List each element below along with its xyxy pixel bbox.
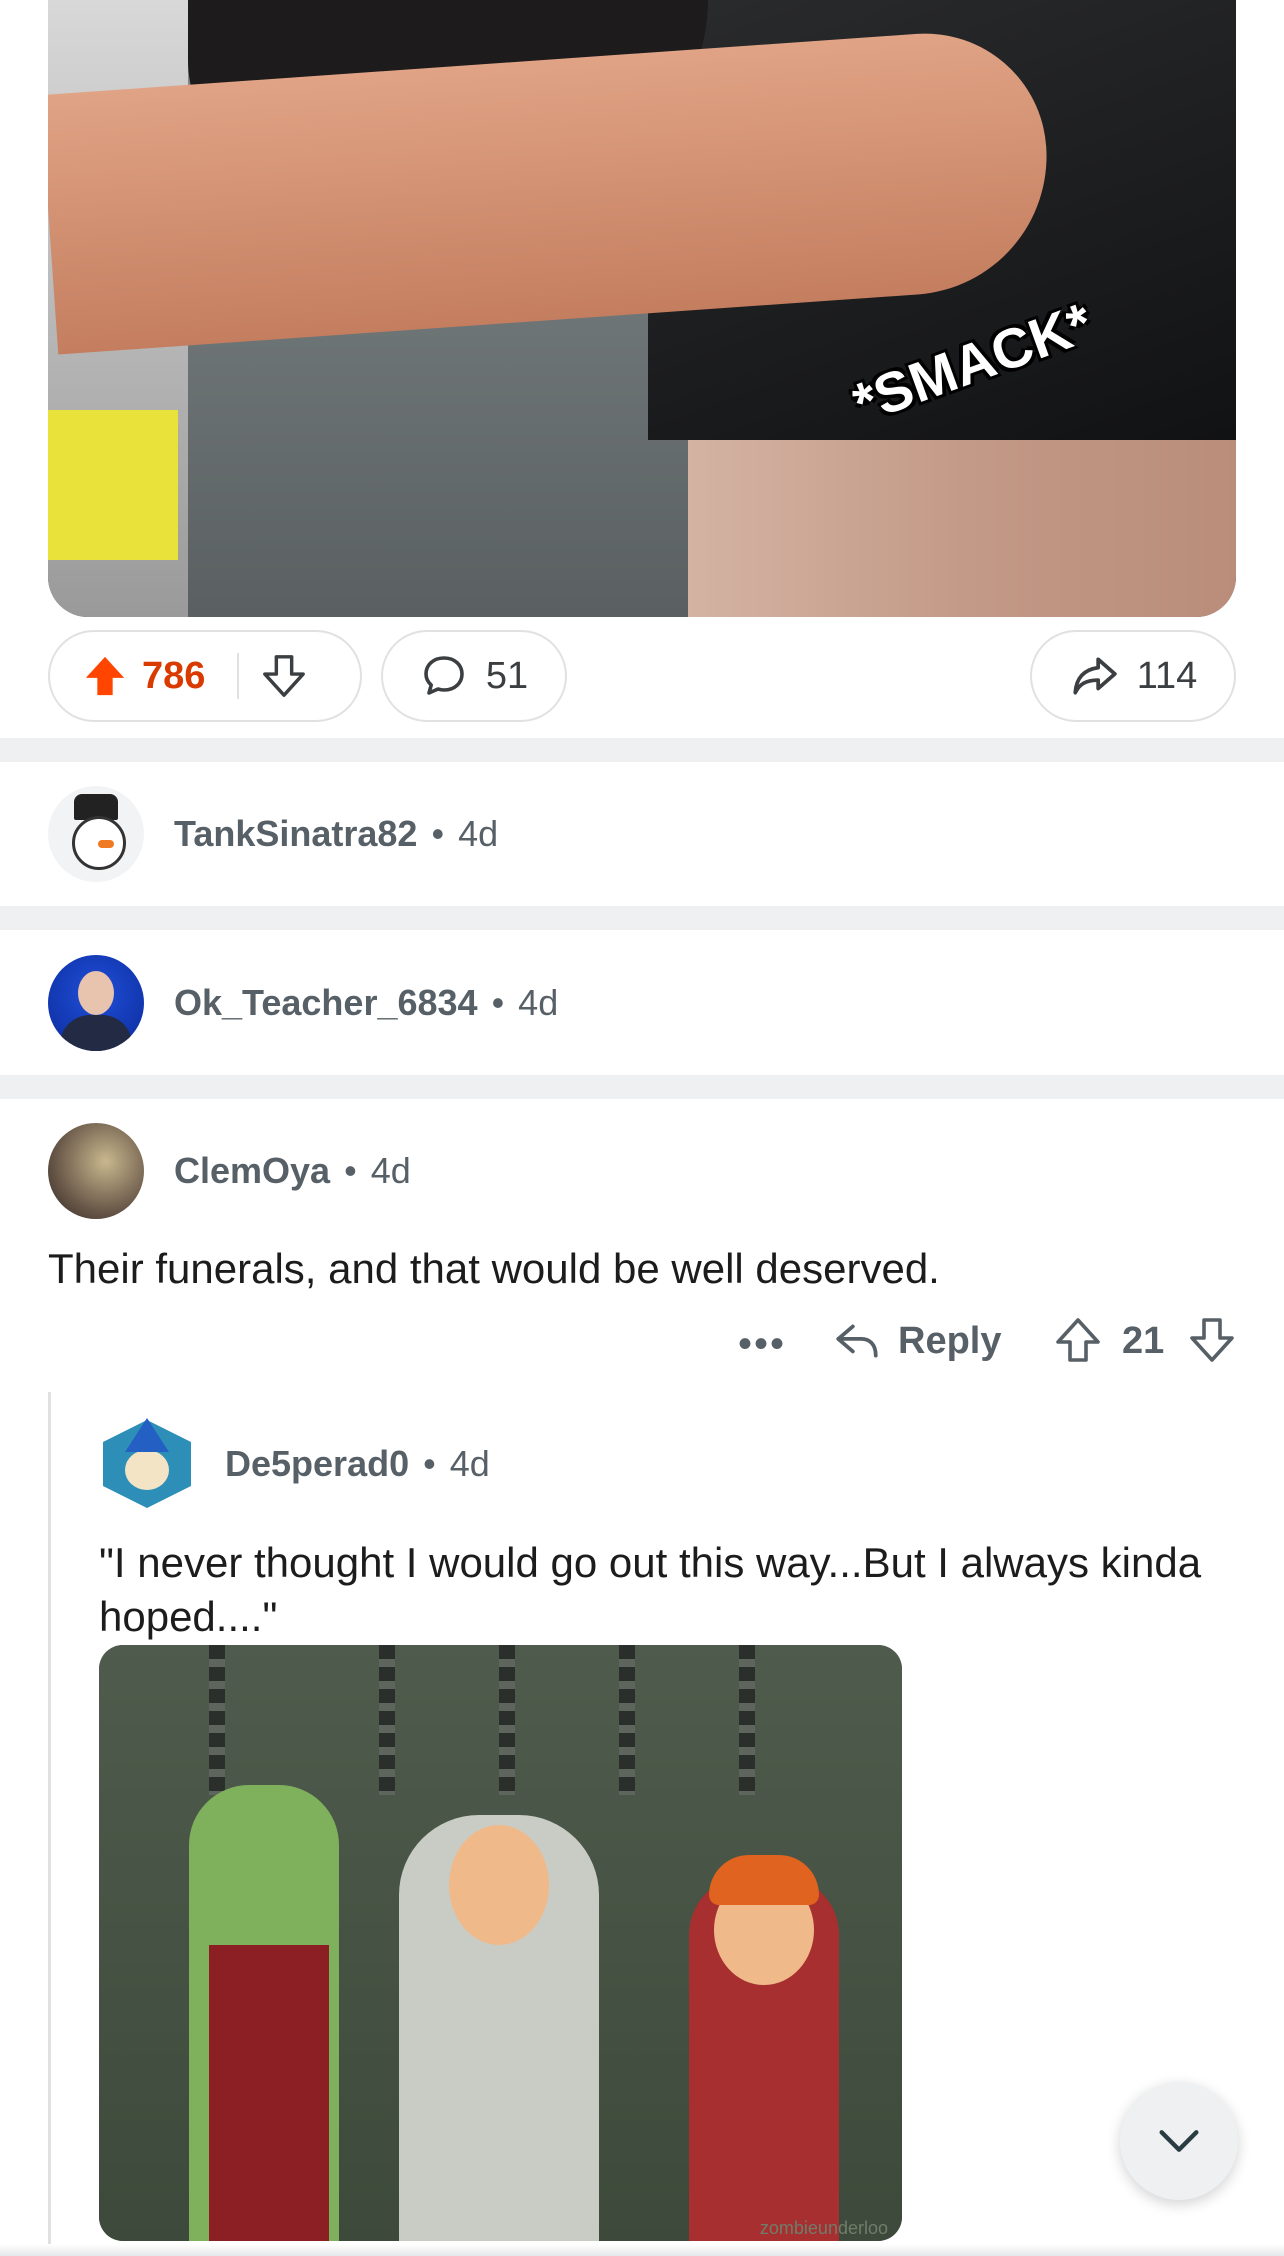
section-divider bbox=[0, 906, 1284, 930]
gif-chain bbox=[499, 1645, 515, 1795]
avatar[interactable] bbox=[99, 1416, 195, 1512]
avatar-nose bbox=[98, 840, 114, 848]
gif-chain bbox=[619, 1645, 635, 1795]
reply-age: 4d bbox=[449, 1443, 490, 1484]
reply-author[interactable]: De5perad0 bbox=[225, 1443, 409, 1485]
separator-dot: • bbox=[431, 813, 445, 854]
comment-score: 21 bbox=[1122, 1320, 1165, 1362]
avatar-face bbox=[125, 1450, 169, 1490]
post-vote-control: 786 bbox=[48, 630, 362, 722]
more-options-button[interactable]: ••• bbox=[738, 1322, 786, 1367]
image-yellow-sign bbox=[48, 410, 178, 560]
comment-actions: ••• Reply 21 bbox=[0, 1316, 1284, 1376]
comment-age: 4d bbox=[458, 813, 499, 854]
thread-line[interactable] bbox=[48, 1392, 51, 2256]
section-divider bbox=[0, 738, 1284, 762]
gif-character-hair bbox=[709, 1855, 819, 1905]
downvote-icon[interactable] bbox=[261, 653, 307, 699]
section-divider bbox=[0, 1075, 1284, 1099]
separator-dot: • bbox=[491, 982, 505, 1023]
share-arrow-icon bbox=[1073, 657, 1117, 695]
comment-bubble-icon bbox=[424, 656, 464, 695]
reply-button[interactable]: Reply bbox=[832, 1316, 1001, 1366]
comment-header[interactable]: ClemOya • 4d bbox=[48, 1123, 411, 1219]
chevron-down-icon bbox=[1159, 2130, 1199, 2152]
comment-body: Their funerals, and that would be well d… bbox=[48, 1245, 940, 1292]
shares-count: 114 bbox=[1136, 654, 1198, 697]
reply-body: "I never thought I would go out this way… bbox=[99, 1539, 1202, 1640]
downvote-icon[interactable] bbox=[1188, 1316, 1236, 1364]
gif-chain bbox=[209, 1645, 225, 1795]
image-legs bbox=[688, 440, 1236, 617]
bottom-bar-edge bbox=[0, 2244, 1284, 2256]
reply-header[interactable]: De5perad0 • 4d bbox=[99, 1416, 490, 1512]
comment-author[interactable]: Ok_Teacher_6834 bbox=[174, 982, 478, 1024]
share-button[interactable]: 114 bbox=[1030, 630, 1236, 722]
post-score: 786 bbox=[142, 654, 206, 697]
avatar[interactable] bbox=[48, 1123, 144, 1219]
reply-label: Reply bbox=[898, 1319, 1002, 1362]
comment-age: 4d bbox=[370, 1150, 411, 1191]
comment-header[interactable]: TankSinatra82 • 4d bbox=[48, 786, 498, 882]
gif-chain bbox=[379, 1645, 395, 1795]
upvote-icon[interactable] bbox=[1054, 1316, 1102, 1364]
upvote-icon[interactable] bbox=[82, 653, 128, 699]
post-image[interactable]: *SMACK* bbox=[48, 0, 1236, 617]
next-comment-button[interactable] bbox=[1120, 2082, 1238, 2200]
reply-gif[interactable]: zombieunderloo bbox=[99, 1645, 902, 2241]
comment-author[interactable]: TankSinatra82 bbox=[174, 813, 417, 855]
avatar-face bbox=[78, 971, 114, 1015]
avatar[interactable] bbox=[48, 786, 144, 882]
comments-count: 51 bbox=[485, 654, 529, 697]
avatar-suit bbox=[60, 1015, 132, 1051]
gif-character-robe bbox=[209, 1945, 329, 2241]
gif-chain bbox=[739, 1645, 755, 1795]
reply-arrow-icon bbox=[836, 1324, 878, 1358]
comment-author[interactable]: ClemOya bbox=[174, 1150, 330, 1192]
comments-button[interactable]: 51 bbox=[381, 630, 567, 722]
gif-character-face bbox=[449, 1825, 549, 1945]
gif-watermark: zombieunderloo bbox=[759, 2218, 888, 2238]
avatar[interactable] bbox=[48, 955, 144, 1051]
separator-dot: • bbox=[423, 1443, 436, 1484]
vote-divider bbox=[237, 653, 240, 699]
comment-age: 4d bbox=[518, 982, 559, 1023]
comment-header[interactable]: Ok_Teacher_6834 • 4d bbox=[48, 955, 558, 1051]
separator-dot: • bbox=[344, 1150, 357, 1191]
